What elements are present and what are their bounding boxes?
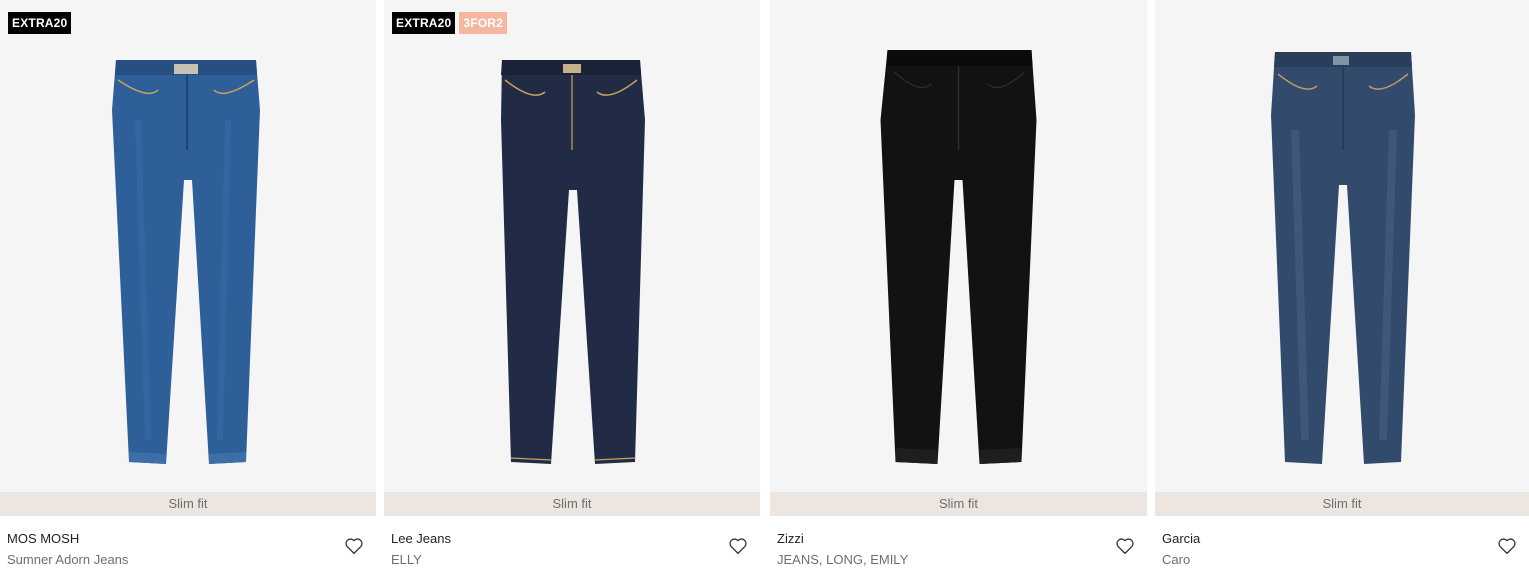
product-name[interactable]: JEANS, LONG, EMILY [777, 552, 908, 567]
heart-outline-icon[interactable] [1497, 537, 1517, 555]
badge-extra20: EXTRA20 [392, 12, 456, 34]
product-image-area[interactable] [1155, 0, 1529, 492]
badge-group: EXTRA20 [8, 12, 72, 34]
product-image-area[interactable]: EXTRA20 3FOR2 [384, 0, 760, 492]
brand-name[interactable]: Zizzi [777, 531, 804, 546]
product-grid: EXTRA20 Slim fit MOS MOSH Sumner Adorn J… [0, 0, 1529, 570]
heart-outline-icon[interactable] [1115, 537, 1135, 555]
brand-name[interactable]: Lee Jeans [391, 531, 451, 546]
product-image-area[interactable] [770, 0, 1147, 492]
product-name[interactable]: Sumner Adorn Jeans [7, 552, 128, 567]
product-image[interactable] [770, 0, 1147, 492]
product-image[interactable] [384, 0, 760, 492]
product-card[interactable]: Slim fit Garcia Caro [1155, 0, 1529, 570]
product-image[interactable] [1155, 0, 1529, 492]
product-card[interactable]: Slim fit Zizzi JEANS, LONG, EMILY [770, 0, 1147, 570]
heart-outline-icon[interactable] [728, 537, 748, 555]
product-image[interactable] [0, 0, 376, 492]
brand-name[interactable]: MOS MOSH [7, 531, 79, 546]
badge-group: EXTRA20 3FOR2 [392, 12, 508, 34]
fit-label: Slim fit [1155, 492, 1529, 516]
badge-3for2: 3FOR2 [459, 12, 508, 34]
heart-outline-icon[interactable] [344, 537, 364, 555]
fit-label: Slim fit [384, 492, 760, 516]
product-name[interactable]: Caro [1162, 552, 1190, 567]
product-image-area[interactable]: EXTRA20 [0, 0, 376, 492]
fit-label: Slim fit [770, 492, 1147, 516]
brand-name[interactable]: Garcia [1162, 531, 1200, 546]
fit-label: Slim fit [0, 492, 376, 516]
product-name[interactable]: ELLY [391, 552, 422, 567]
product-card[interactable]: EXTRA20 Slim fit MOS MOSH Sumner Adorn J… [0, 0, 376, 570]
product-card[interactable]: EXTRA20 3FOR2 Slim fit Lee Jeans ELLY [384, 0, 760, 570]
badge-extra20: EXTRA20 [8, 12, 72, 34]
